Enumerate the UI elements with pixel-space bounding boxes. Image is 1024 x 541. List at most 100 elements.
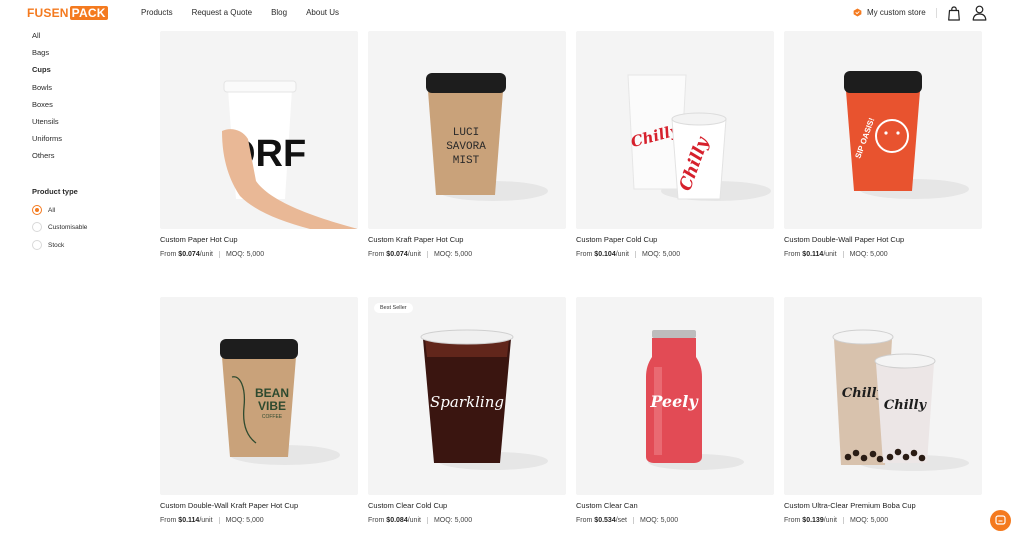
product-price-moq: From $0.534/set MOQ: 5,000	[576, 517, 774, 524]
category-uniforms[interactable]: Uniforms	[32, 133, 142, 150]
product-image[interactable]: ORF	[160, 31, 358, 229]
price-unit: /unit	[199, 251, 213, 258]
price-unit: /unit	[823, 251, 837, 258]
category-others[interactable]: Others	[32, 150, 142, 167]
price-prefix: From	[784, 251, 801, 258]
product-card[interactable]: BEAN VIBE COFFEE Custom Double-Wall Kraf…	[160, 297, 358, 524]
radio-button[interactable]	[32, 205, 42, 215]
product-card[interactable]: SIP OASIS! Custom Double-Wall Paper Hot …	[784, 31, 982, 258]
price-prefix: From	[368, 517, 385, 524]
product-name[interactable]: Custom Clear Cold Cup	[368, 501, 566, 512]
divider	[842, 251, 844, 258]
category-all[interactable]: All	[32, 30, 142, 47]
boba-cup-illustration: Chilly Chilly	[832, 329, 969, 471]
product-card[interactable]: Peely Custom Clear Can From $0.534/set MO…	[576, 297, 774, 524]
logo[interactable]: FUSEN PACK	[27, 6, 108, 20]
product-price-moq: From $0.104/unit MOQ: 5,000	[576, 251, 774, 258]
product-name[interactable]: Custom Clear Can	[576, 501, 774, 512]
product-name[interactable]: Custom Paper Cold Cup	[576, 235, 774, 246]
price-unit: /unit	[823, 517, 837, 524]
paper-hot-cup-illustration: ORF	[222, 80, 358, 229]
header-divider	[936, 8, 937, 18]
price-unit: /unit	[615, 251, 629, 258]
product-image[interactable]: Sparkling Best Seller	[368, 297, 566, 495]
moq: MOQ: 5,000	[433, 251, 473, 258]
nav-about-us[interactable]: About Us	[306, 8, 339, 17]
product-name[interactable]: Custom Kraft Paper Hot Cup	[368, 235, 566, 246]
product-name[interactable]: Custom Paper Hot Cup	[160, 235, 358, 246]
price-unit: /set	[615, 517, 628, 524]
cup-brand: Sparkling	[430, 393, 504, 411]
price-prefix: From	[160, 517, 177, 524]
moq: MOQ: 5,000	[225, 517, 264, 524]
radio-button[interactable]	[32, 240, 42, 250]
radio-label: All	[48, 206, 56, 214]
category-utensils[interactable]: Utensils	[32, 116, 142, 133]
category-cups[interactable]: Cups	[32, 64, 142, 81]
category-boxes[interactable]: Boxes	[32, 99, 142, 116]
product-card[interactable]: Chilly Chilly Custom Ultra-Clear Premium…	[784, 297, 982, 524]
product-name[interactable]: Custom Double-Wall Paper Hot Cup	[784, 235, 982, 246]
price-unit: /unit	[407, 251, 421, 258]
best-seller-badge: Best Seller	[374, 303, 413, 313]
category-bags[interactable]: Bags	[32, 47, 142, 64]
product-name[interactable]: Custom Ultra-Clear Premium Boba Cup	[784, 501, 982, 512]
clear-can-illustration: Peely	[646, 330, 744, 470]
divider	[842, 517, 844, 524]
radio-button[interactable]	[32, 222, 42, 232]
product-card[interactable]: Sparkling Best Seller Custom Clear Cold …	[368, 297, 566, 524]
cup-print-line1: LUCI	[453, 127, 479, 139]
double-wall-kraft-cup-illustration: BEAN VIBE COFFEE	[220, 339, 340, 465]
product-type-option-all[interactable]: All	[32, 205, 55, 215]
product-image[interactable]: Chilly Chilly	[784, 297, 982, 495]
product-price-moq: From $0.139/unit MOQ: 5,000	[784, 517, 982, 524]
product-card[interactable]: LUCI SAVORA MIST Custom Kraft Paper Hot …	[368, 31, 566, 258]
chat-button[interactable]	[990, 510, 1011, 531]
chat-icon	[995, 515, 1006, 525]
cup-brand-front: Chilly	[884, 398, 928, 413]
product-card[interactable]: Chilly Chilly Custom Paper Cold Cup From…	[576, 31, 774, 258]
cup-print-line3: MIST	[453, 155, 480, 167]
store-label: My custom store	[867, 8, 926, 17]
divider	[634, 251, 636, 258]
product-card[interactable]: ORF Custom Paper Hot Cup From $0.074/uni…	[160, 31, 358, 258]
price-prefix: From	[784, 517, 801, 524]
product-name[interactable]: Custom Double-Wall Kraft Paper Hot Cup	[160, 501, 358, 512]
moq: MOQ: 5,000	[640, 517, 679, 524]
moq: MOQ: 5,000	[641, 251, 681, 258]
cup-print-line1: BEAN	[255, 386, 289, 400]
cup-print-line3: COFFEE	[262, 414, 283, 420]
nav-products[interactable]: Products	[141, 8, 173, 17]
divider	[633, 517, 635, 524]
moq: MOQ: 5,000	[433, 517, 473, 524]
price-prefix: From	[368, 251, 385, 258]
moq: MOQ: 5,000	[225, 251, 265, 258]
divider	[218, 517, 220, 524]
logo-text-fusen: FUSEN	[27, 6, 69, 20]
divider	[426, 251, 428, 258]
shopping-bag-icon[interactable]	[947, 6, 961, 21]
my-custom-store-link[interactable]: My custom store	[853, 8, 926, 17]
user-icon[interactable]	[972, 5, 987, 21]
product-price-moq: From $0.114/unit MOQ: 5,000	[784, 251, 982, 258]
nav-request-quote[interactable]: Request a Quote	[192, 8, 252, 17]
product-price-moq: From $0.074/unit MOQ: 5,000	[160, 251, 358, 258]
price-value: $0.139	[802, 517, 824, 524]
clear-cold-cup-illustration: Sparkling	[420, 329, 548, 470]
product-image[interactable]: LUCI SAVORA MIST	[368, 31, 566, 229]
price-value: $0.074	[386, 251, 408, 258]
category-sidebar: All Bags Cups Bowls Boxes Utensils Unifo…	[32, 30, 142, 168]
product-image[interactable]: BEAN VIBE COFFEE	[160, 297, 358, 495]
product-type-option-customisable[interactable]: Customisable	[32, 222, 87, 232]
product-image[interactable]: SIP OASIS!	[784, 31, 982, 229]
product-image[interactable]: Peely	[576, 297, 774, 495]
price-prefix: From	[576, 251, 593, 258]
divider	[426, 517, 428, 524]
product-image[interactable]: Chilly Chilly	[576, 31, 774, 229]
radio-label: Customisable	[48, 223, 88, 231]
category-bowls[interactable]: Bowls	[32, 82, 142, 99]
price-value: $0.104	[594, 251, 616, 258]
price-unit: /unit	[407, 517, 421, 524]
product-type-option-stock[interactable]: Stock	[32, 240, 64, 250]
nav-blog[interactable]: Blog	[271, 8, 287, 17]
